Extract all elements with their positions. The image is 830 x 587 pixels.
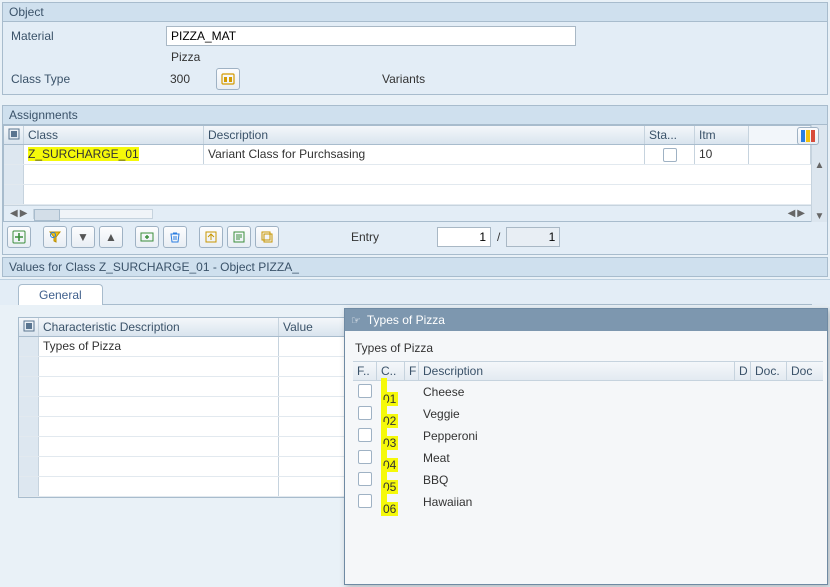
values-bar: Values for Class Z_SURCHARGE_01 - Object… — [2, 257, 828, 277]
material-description: Pizza — [171, 50, 200, 64]
desc-cell: Pepperoni — [419, 427, 735, 445]
pop-col-f2[interactable]: F — [405, 362, 419, 380]
col-char-desc[interactable]: Characteristic Description — [39, 318, 279, 336]
assignments-panel: Assignments Class Description Sta... Itm — [2, 105, 828, 255]
scroll-right2-icon[interactable]: ▶ — [797, 208, 805, 219]
row-checkbox[interactable] — [358, 406, 372, 420]
class-cell: Z_SURCHARGE_01 — [28, 147, 139, 161]
scroll-up-icon[interactable]: ▲ — [815, 160, 825, 171]
classtype-value: 300 — [166, 72, 216, 86]
list-item[interactable]: 01Cheese — [353, 381, 823, 403]
tab-general[interactable]: General — [18, 284, 103, 305]
popup-subtitle: Types of Pizza — [353, 339, 823, 361]
scroll-down-icon[interactable]: ▼ — [815, 211, 825, 222]
row-checkbox[interactable] — [358, 450, 372, 464]
select-all-lower-icon[interactable] — [23, 320, 34, 332]
insert-row-button[interactable] — [135, 226, 159, 248]
assignments-toolbar: ▼ ▲ Entry / — [3, 222, 827, 254]
delete-row-button[interactable] — [163, 226, 187, 248]
pop-col-f1[interactable]: F.. — [353, 362, 377, 380]
classtype-label: Class Type — [11, 72, 166, 86]
table-row[interactable] — [4, 165, 811, 185]
list-item[interactable]: 06 Hawaiian — [353, 491, 823, 513]
list-item[interactable]: 02Veggie — [353, 403, 823, 425]
select-all-icon[interactable] — [8, 128, 19, 140]
export-button[interactable] — [199, 226, 223, 248]
material-field[interactable] — [166, 26, 576, 46]
types-popup: ☞ Types of Pizza Types of Pizza F.. C.. … — [344, 308, 828, 585]
pop-col-desc[interactable]: Description — [419, 362, 735, 380]
filter-button[interactable] — [43, 226, 67, 248]
list-item[interactable]: 03Pepperoni — [353, 425, 823, 447]
status-checkbox[interactable] — [663, 148, 677, 162]
sort-asc-button[interactable]: ▲ — [99, 226, 123, 248]
col-description[interactable]: Description — [204, 126, 645, 144]
table-row[interactable] — [4, 185, 811, 205]
search-help-icon: ☞ — [351, 314, 361, 327]
object-panel: Object Material Pizza Class Type 300 Var… — [2, 2, 828, 95]
scroll-right-icon[interactable]: ▶ — [20, 208, 28, 219]
settings-button[interactable] — [797, 127, 819, 145]
row-checkbox[interactable] — [358, 472, 372, 486]
pop-col-d[interactable]: D — [735, 362, 751, 380]
scroll-left2-icon[interactable]: ◀ — [788, 208, 796, 219]
char-cell: Types of Pizza — [39, 337, 279, 356]
col-itm[interactable]: Itm — [695, 126, 749, 144]
row-checkbox[interactable] — [358, 384, 372, 398]
variants-label: Variants — [382, 72, 425, 86]
desc-cell: Hawaiian — [419, 493, 735, 511]
object-panel-header: Object — [3, 3, 827, 22]
list-item[interactable]: 04Meat — [353, 447, 823, 469]
entry-sep: / — [497, 230, 500, 244]
pop-col-doc2[interactable]: Doc — [787, 362, 823, 380]
entry-current[interactable] — [437, 227, 491, 247]
popup-titlebar[interactable]: ☞ Types of Pizza — [345, 309, 827, 331]
scroll-left-icon[interactable]: ◀ — [10, 208, 18, 219]
desc-cell: Meat — [419, 449, 735, 467]
pop-col-doc1[interactable]: Doc. — [751, 362, 787, 380]
sort-desc-button[interactable]: ▼ — [71, 226, 95, 248]
description-cell: Variant Class for Purchsasing — [204, 145, 645, 164]
itm-cell: 10 — [695, 145, 749, 164]
col-status[interactable]: Sta... — [645, 126, 695, 144]
col-class[interactable]: Class — [24, 126, 204, 144]
code-cell: 06 — [381, 502, 398, 516]
popup-title-text: Types of Pizza — [367, 313, 445, 327]
copy-button[interactable] — [255, 226, 279, 248]
table-row[interactable]: Z_SURCHARGE_01 Variant Class for Purchsa… — [4, 145, 811, 165]
assignments-header: Assignments — [3, 106, 827, 125]
list-item[interactable]: 05BBQ — [353, 469, 823, 491]
row-checkbox[interactable] — [358, 494, 372, 508]
desc-cell: Cheese — [419, 383, 735, 401]
h-scrollbar[interactable] — [33, 209, 153, 219]
detail-button[interactable] — [227, 226, 251, 248]
desc-cell: BBQ — [419, 471, 735, 489]
tab-strip: General — [0, 279, 830, 305]
class-type-f4-button[interactable] — [216, 68, 240, 90]
entry-label: Entry — [351, 230, 379, 244]
row-checkbox[interactable] — [358, 428, 372, 442]
desc-cell: Veggie — [419, 405, 735, 423]
new-entries-button[interactable] — [7, 226, 31, 248]
entry-total — [506, 227, 560, 247]
material-label: Material — [11, 29, 166, 43]
